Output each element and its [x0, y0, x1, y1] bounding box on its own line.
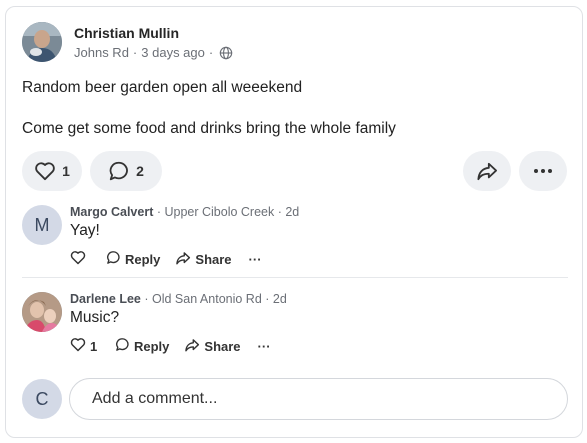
comment-actions: Reply Share ··· [70, 250, 262, 268]
comment-meta: · Upper Cibolo Creek · 2d [153, 205, 300, 219]
meta-separator: · [208, 45, 214, 60]
share-button[interactable] [463, 151, 511, 191]
comment-actions: 1 Reply Share ··· [70, 337, 271, 355]
comment-icon [108, 160, 130, 182]
heart-icon [70, 250, 86, 268]
author-name[interactable]: Christian Mullin [74, 25, 179, 41]
comment-item: M Margo Calvert · Upper Cibolo Creek · 2… [22, 205, 568, 270]
comment-icon [115, 337, 130, 355]
post-text-line: Come get some food and drinks bring the … [22, 120, 396, 137]
more-options-button[interactable] [519, 151, 567, 191]
comment-more-button[interactable]: ··· [258, 339, 271, 354]
heart-icon [70, 337, 86, 355]
share-label: Share [195, 251, 232, 267]
commenter-avatar[interactable] [22, 292, 62, 332]
post-time: 3 days ago [141, 45, 205, 60]
post-location[interactable]: Johns Rd [74, 45, 129, 60]
author-avatar[interactable] [22, 22, 62, 62]
comment-text: Music? [70, 309, 120, 326]
like-button[interactable]: 1 [22, 151, 82, 191]
comment-divider [22, 277, 568, 278]
comment-like-count: 1 [90, 338, 98, 354]
globe-icon [219, 46, 233, 60]
commenter-name[interactable]: Darlene Lee [70, 292, 141, 306]
comment-header: Margo Calvert · Upper Cibolo Creek · 2d [70, 205, 299, 219]
meta-separator: · [132, 45, 138, 60]
share-icon [175, 251, 191, 268]
reply-button[interactable]: Reply [106, 250, 160, 268]
comment-button[interactable]: 2 [90, 151, 162, 191]
share-label: Share [204, 338, 241, 354]
comment-like-button[interactable]: 1 [70, 337, 100, 355]
comment-count: 2 [136, 163, 144, 179]
comment-more-button[interactable]: ··· [249, 252, 262, 267]
current-user-avatar: C [22, 379, 62, 419]
reply-button[interactable]: Reply [115, 337, 169, 355]
comment-icon [106, 250, 121, 268]
commenter-avatar[interactable]: M [22, 205, 62, 245]
post-body: Random beer garden open all weeekend Com… [22, 78, 562, 139]
commenter-name[interactable]: Margo Calvert [70, 205, 153, 219]
comment-item: Darlene Lee · Old San Antonio Rd · 2d Mu… [22, 292, 568, 357]
comment-share-button[interactable]: Share [175, 251, 232, 268]
comment-share-button[interactable]: Share [184, 338, 241, 355]
add-comment-input[interactable]: Add a comment... [69, 378, 568, 420]
reply-label: Reply [125, 251, 161, 267]
comment-header: Darlene Lee · Old San Antonio Rd · 2d [70, 292, 287, 306]
heart-icon [34, 161, 56, 181]
comment-meta: · Old San Antonio Rd · 2d [140, 292, 287, 306]
post-meta: Johns Rd · 3 days ago · [74, 45, 233, 60]
comment-like-button[interactable] [70, 250, 100, 268]
post-card: Christian Mullin Johns Rd · 3 days ago ·… [5, 6, 583, 438]
post-text-line: Random beer garden open all weeekend [22, 79, 303, 96]
share-icon [184, 338, 200, 355]
reply-label: Reply [134, 338, 170, 354]
comment-text: Yay! [70, 222, 100, 239]
share-icon [476, 161, 498, 181]
more-icon [533, 168, 553, 174]
like-count: 1 [62, 163, 70, 179]
